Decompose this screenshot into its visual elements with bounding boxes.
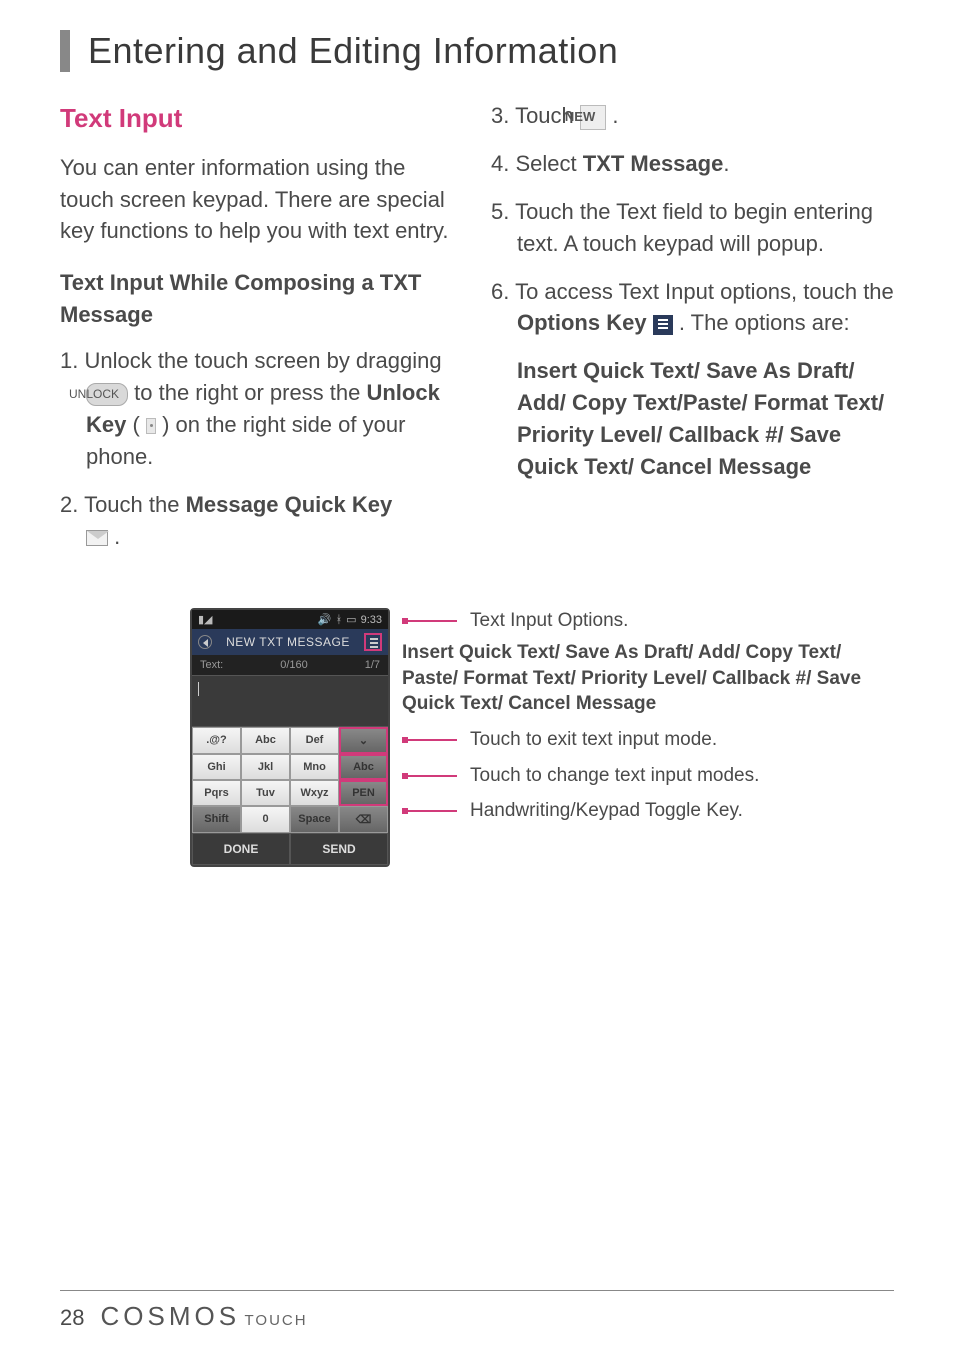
text-field[interactable] (192, 675, 388, 727)
done-button[interactable]: DONE (192, 833, 290, 865)
callout-options-list: Insert Quick Text/ Save As Draft/ Add/ C… (402, 640, 894, 717)
key-zero[interactable]: 0 (241, 806, 290, 833)
step-5: 5. Touch the Text field to begin enterin… (491, 196, 894, 260)
phone-screenshot: ▮◢ 🔊 ᚼ ▭ 9:33 NEW TXT MESSAGE Text: 0/16… (190, 608, 390, 867)
subheading-txt-message: Text Input While Composing a TXT Message (60, 267, 463, 331)
step-1: 1. Unlock the touch screen by dragging U… (60, 345, 463, 473)
callout-toggle-key: Handwriting/Keypad Toggle Key. (402, 798, 894, 824)
step-1-text-b: to the right or press the (134, 380, 366, 405)
page-title: Entering and Editing Information (60, 30, 894, 72)
step-6-bold: Options Key (517, 310, 647, 335)
key-wxyz[interactable]: Wxyz (290, 780, 339, 806)
step-6: 6. To access Text Input options, touch t… (491, 276, 894, 483)
key-exit-input[interactable]: ⌄ (339, 727, 388, 754)
content-columns: Text Input You can enter information usi… (60, 100, 894, 568)
title-bar: NEW TXT MESSAGE (192, 629, 388, 655)
step-6-options-list: Insert Quick Text/ Save As Draft/ Add/ C… (517, 355, 894, 483)
unlock-badge-icon: UNLOCK (86, 383, 128, 406)
intro-paragraph: You can enter information using the touc… (60, 152, 463, 248)
status-left: ▮◢ (198, 613, 213, 626)
options-key-icon (653, 315, 673, 335)
unlock-key-icon (146, 418, 156, 434)
callout-text-input-options: Text Input Options. Insert Quick Text/ S… (402, 608, 894, 717)
step-4: 4. Select TXT Message. (491, 148, 894, 180)
right-column: 3. Touch NEW . 4. Select TXT Message. 5.… (491, 100, 894, 568)
battery-icon: ▭ (346, 613, 356, 626)
brand-subtitle: TOUCH (245, 1312, 308, 1329)
left-steps: 1. Unlock the touch screen by dragging U… (60, 345, 463, 552)
bottom-bar: DONE SEND (192, 833, 388, 865)
callout-line-icon (402, 736, 462, 744)
key-abc[interactable]: Abc (241, 727, 290, 754)
callout-exit-mode: Touch to exit text input mode. (402, 727, 894, 753)
key-def[interactable]: Def (290, 727, 339, 754)
back-icon[interactable] (198, 635, 212, 649)
step-1-text-c: ( (132, 412, 145, 437)
step-1-text-a: 1. Unlock the touch screen by dragging (60, 348, 442, 373)
status-bar: ▮◢ 🔊 ᚼ ▭ 9:33 (192, 610, 388, 629)
options-button[interactable] (364, 633, 382, 651)
key-sym[interactable]: .@? (192, 727, 241, 754)
sound-icon: 🔊 (318, 613, 332, 626)
step-2-text-a: 2. Touch the (60, 492, 186, 517)
brand-name: COSMOS (100, 1301, 240, 1331)
step-4-bold: TXT Message (583, 151, 724, 176)
step-3-text-b: . (612, 103, 618, 128)
callouts: Text Input Options. Insert Quick Text/ S… (402, 608, 894, 833)
step-2: 2. Touch the Message Quick Key . (60, 489, 463, 553)
page-footer: 28 COSMOS TOUCH (60, 1290, 894, 1332)
step-3: 3. Touch NEW . (491, 100, 894, 132)
callout-line-icon (402, 772, 462, 780)
text-meta: Text: 0/160 1/7 (192, 655, 388, 675)
step-6-text-a: 6. To access Text Input options, touch t… (491, 279, 894, 304)
new-button-icon: NEW (580, 105, 606, 130)
char-count: 0/160 (280, 659, 308, 671)
step-4-text-a: 4. Select (491, 151, 583, 176)
bluetooth-icon: ᚼ (336, 614, 343, 626)
key-shift[interactable]: Shift (192, 806, 241, 833)
callout-change-mode: Touch to change text input modes. (402, 763, 894, 789)
key-pqrs[interactable]: Pqrs (192, 780, 241, 806)
key-tuv[interactable]: Tuv (241, 780, 290, 806)
key-ghi[interactable]: Ghi (192, 754, 241, 780)
page-number: 28 (60, 1305, 84, 1331)
callout-line-icon (402, 617, 462, 625)
keypad: .@? Abc Def ⌄ Ghi Jkl Mno Abc Pqrs Tuv W… (192, 727, 388, 833)
step-6-text-b: . The options are: (679, 310, 850, 335)
status-time: 9:33 (361, 614, 382, 626)
step-2-bold: Message Quick Key (186, 492, 393, 517)
right-steps: 3. Touch NEW . 4. Select TXT Message. 5.… (491, 100, 894, 483)
status-right: 🔊 ᚼ ▭ 9:33 (318, 613, 382, 626)
key-backspace[interactable]: ⌫ (339, 806, 388, 833)
key-jkl[interactable]: Jkl (241, 754, 290, 780)
send-button[interactable]: SEND (290, 833, 388, 865)
signal-icon: ▮◢ (198, 613, 213, 626)
screen-title: NEW TXT MESSAGE (226, 635, 350, 649)
key-pen-toggle[interactable]: PEN (339, 780, 388, 806)
left-column: Text Input You can enter information usi… (60, 100, 463, 568)
message-quick-key-icon (86, 530, 108, 546)
section-heading-text-input: Text Input (60, 100, 463, 138)
page-index: 1/7 (365, 659, 380, 671)
key-input-mode[interactable]: Abc (339, 754, 388, 780)
step-4-text-b: . (723, 151, 729, 176)
key-mno[interactable]: Mno (290, 754, 339, 780)
text-label: Text: (200, 659, 223, 671)
step-2-text-b: . (114, 524, 120, 549)
phone-figure: ▮◢ 🔊 ᚼ ▭ 9:33 NEW TXT MESSAGE Text: 0/16… (60, 608, 894, 867)
key-space[interactable]: Space (290, 806, 339, 833)
callout-line-icon (402, 807, 462, 815)
